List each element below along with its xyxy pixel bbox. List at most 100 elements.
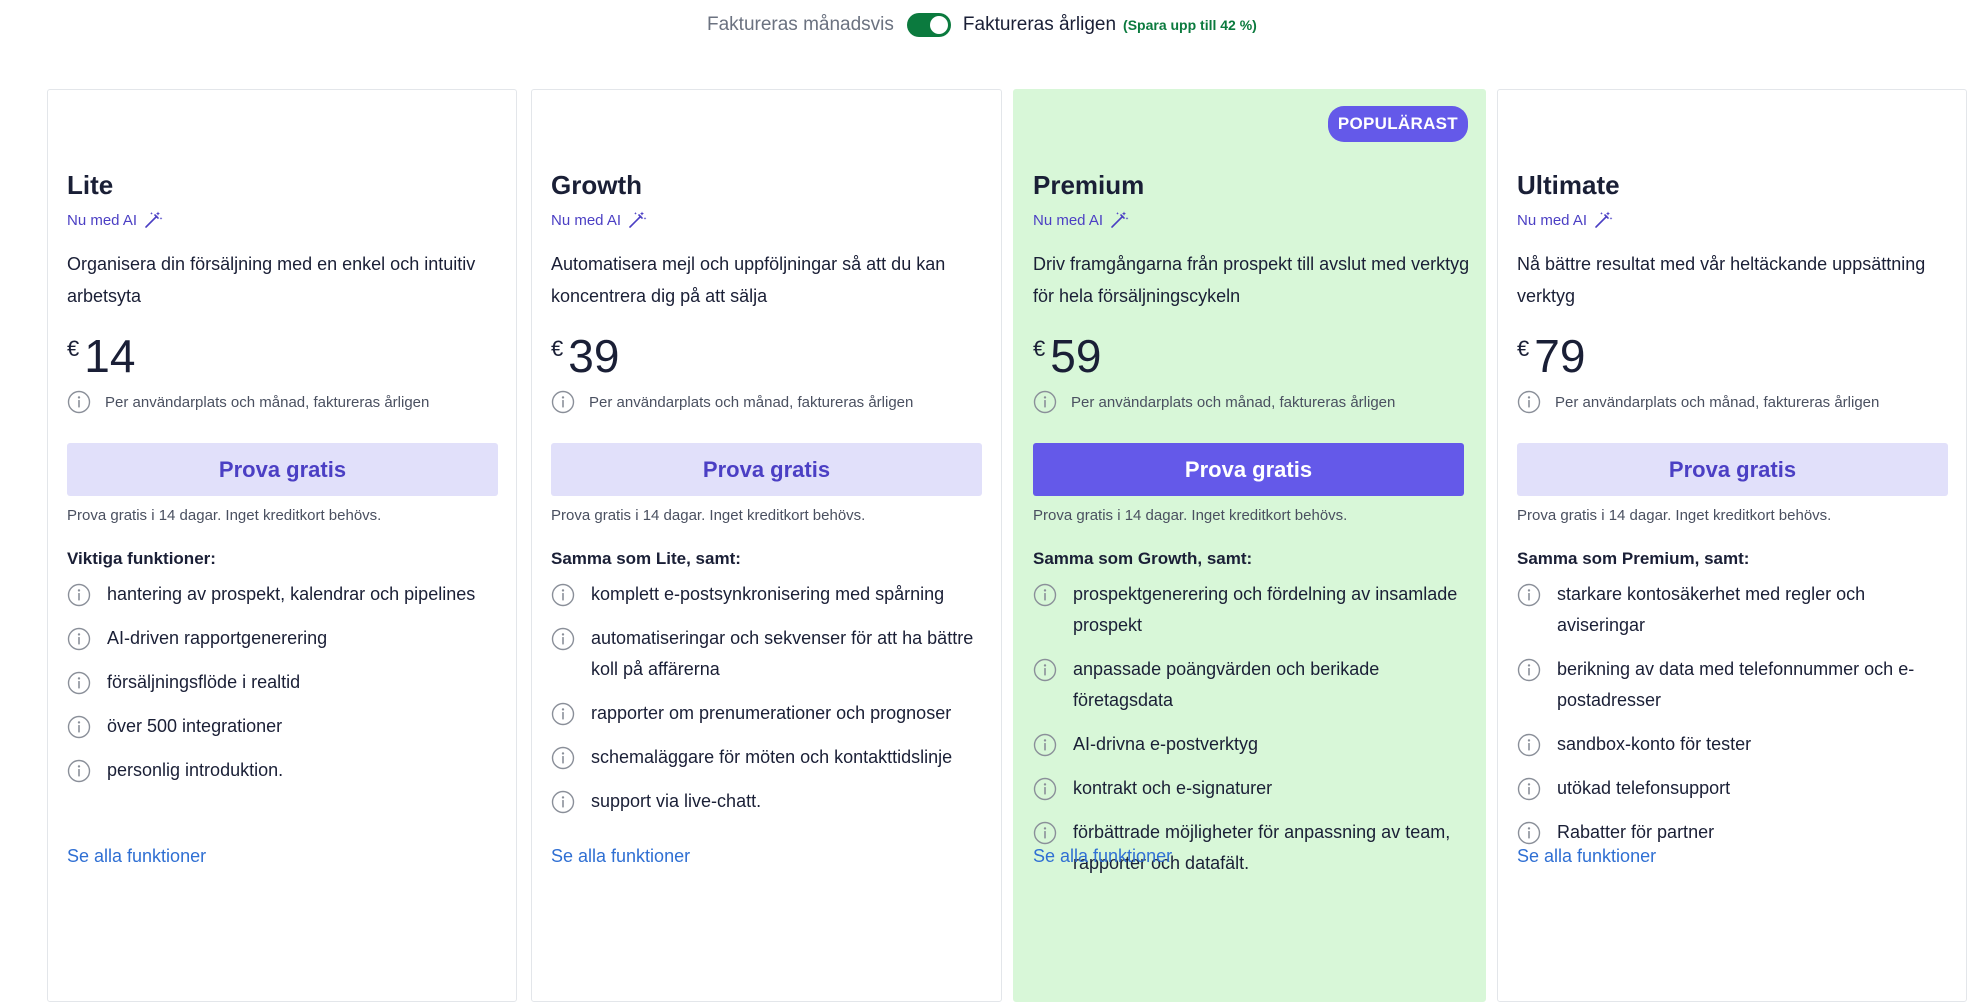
try-free-button[interactable]: Prova gratis xyxy=(67,443,498,496)
plan-description: Driv framgångarna från prospekt till avs… xyxy=(1033,254,1470,306)
feature-item: utökad telefonsupport xyxy=(1517,773,1957,804)
feature-item: automatiseringar och sekvenser för att h… xyxy=(551,623,991,685)
magic-wand-icon xyxy=(143,210,163,230)
price-note-text: Per användarplats och månad, faktureras … xyxy=(589,393,914,411)
feature-text: AI-driven rapportgenerering xyxy=(107,628,328,648)
plan-description: Automatisera mejl och uppföljningar så a… xyxy=(551,254,946,306)
see-all-features-link[interactable]: Se alla funktioner xyxy=(551,846,690,867)
info-circle-icon[interactable] xyxy=(551,583,575,607)
features-heading: Samma som Growth, samt: xyxy=(1033,549,1253,568)
feature-list: starkare kontosäkerhet med regler och av… xyxy=(1517,579,1957,861)
price-amount: 39 xyxy=(568,330,620,382)
feature-text: hantering av prospekt, kalendrar och pip… xyxy=(107,584,476,604)
info-circle-icon[interactable] xyxy=(551,390,575,414)
feature-item: över 500 integrationer xyxy=(67,711,507,742)
feature-item: support via live-chatt. xyxy=(551,786,991,817)
price-note: Per användarplats och månad, faktureras … xyxy=(551,390,913,414)
feature-text: sandbox-konto för tester xyxy=(1557,734,1752,754)
ai-tag-label: Nu med AI xyxy=(1517,211,1588,229)
price-currency: € xyxy=(1033,336,1046,361)
feature-text: utökad telefonsupport xyxy=(1557,778,1731,798)
feature-text: personlig introduktion. xyxy=(107,760,284,780)
info-circle-icon[interactable] xyxy=(551,746,575,770)
try-free-button[interactable]: Prova gratis xyxy=(1517,443,1948,496)
feature-text: AI-drivna e-postverktyg xyxy=(1073,734,1259,754)
price-note: Per användarplats och månad, faktureras … xyxy=(67,390,429,414)
feature-item: prospektgenerering och fördelning av ins… xyxy=(1033,579,1473,641)
price-note-text: Per användarplats och månad, faktureras … xyxy=(1555,393,1880,411)
info-circle-icon[interactable] xyxy=(1033,390,1057,414)
magic-wand-icon xyxy=(627,210,647,230)
info-circle-icon[interactable] xyxy=(1517,821,1541,845)
info-circle-icon[interactable] xyxy=(67,715,91,739)
plan-name: Ultimate xyxy=(1517,170,1620,200)
info-circle-icon[interactable] xyxy=(1517,583,1541,607)
feature-item: försäljningsflöde i realtid xyxy=(67,667,507,698)
feature-item: berikning av data med telefonnummer och … xyxy=(1517,654,1957,716)
info-circle-icon[interactable] xyxy=(1033,821,1057,845)
info-circle-icon[interactable] xyxy=(551,702,575,726)
ai-tag-label: Nu med AI xyxy=(551,211,622,229)
feature-item: personlig introduktion. xyxy=(67,755,507,786)
price-amount: 59 xyxy=(1050,330,1102,382)
info-circle-icon[interactable] xyxy=(1033,777,1057,801)
magic-wand-icon xyxy=(1593,210,1613,230)
feature-item: kontrakt och e-signaturer xyxy=(1033,773,1473,804)
magic-wand-icon xyxy=(1109,210,1129,230)
feature-item: rapporter om prenumerationer och prognos… xyxy=(551,698,991,729)
price-note: Per användarplats och månad, faktureras … xyxy=(1033,390,1395,414)
feature-text: prospektgenerering och fördelning av ins… xyxy=(1073,584,1458,635)
plan-price: €79 xyxy=(1517,328,1585,384)
feature-item: sandbox-konto för tester xyxy=(1517,729,1957,760)
plan-price: €14 xyxy=(67,328,135,384)
ai-tag-label: Nu med AI xyxy=(67,211,138,229)
feature-text: över 500 integrationer xyxy=(107,716,283,736)
feature-item: AI-drivna e-postverktyg xyxy=(1033,729,1473,760)
feature-text: kontrakt och e-signaturer xyxy=(1073,778,1273,798)
toggle-knob xyxy=(929,16,948,34)
try-free-button[interactable]: Prova gratis xyxy=(1033,443,1464,496)
billing-toggle-group: Faktureras månadsvis Faktureras årligen … xyxy=(707,10,1257,40)
info-circle-icon[interactable] xyxy=(67,583,91,607)
price-currency: € xyxy=(1517,336,1530,361)
billing-monthly-label[interactable]: Faktureras månadsvis xyxy=(707,14,894,36)
feature-text: automatiseringar och sekvenser för att h… xyxy=(591,628,974,679)
info-circle-icon[interactable] xyxy=(1517,777,1541,801)
info-circle-icon[interactable] xyxy=(1033,658,1057,682)
trial-note: Prova gratis i 14 dagar. Inget kreditkor… xyxy=(551,507,866,524)
feature-text: försäljningsflöde i realtid xyxy=(107,672,301,692)
trial-note: Prova gratis i 14 dagar. Inget kreditkor… xyxy=(1033,507,1348,524)
ai-tag: Nu med AI xyxy=(67,210,163,230)
feature-text: starkare kontosäkerhet med regler och av… xyxy=(1557,584,1866,635)
info-circle-icon[interactable] xyxy=(1517,390,1541,414)
info-circle-icon[interactable] xyxy=(67,671,91,695)
features-heading: Samma som Lite, samt: xyxy=(551,549,741,568)
feature-text: berikning av data med telefonnummer och … xyxy=(1557,659,1915,710)
info-circle-icon[interactable] xyxy=(67,627,91,651)
info-circle-icon[interactable] xyxy=(551,627,575,651)
plan-card-premium: POPULÄRAST Premium Nu med AI Driv framgånga… xyxy=(1013,89,1486,1002)
trial-note: Prova gratis i 14 dagar. Inget kreditkor… xyxy=(67,507,382,524)
feature-text: support via live-chatt. xyxy=(591,791,762,811)
plan-card-ultimate: Ultimate Nu med AI Nå bättre resultat med … xyxy=(1497,89,1967,1002)
info-circle-icon[interactable] xyxy=(1033,583,1057,607)
see-all-features-link[interactable]: Se alla funktioner xyxy=(67,846,206,867)
info-circle-icon[interactable] xyxy=(551,790,575,814)
info-circle-icon[interactable] xyxy=(67,390,91,414)
ai-tag: Nu med AI xyxy=(1033,210,1129,230)
info-circle-icon[interactable] xyxy=(67,759,91,783)
info-circle-icon[interactable] xyxy=(1517,733,1541,757)
billing-yearly-label[interactable]: Faktureras årligen xyxy=(963,14,1116,36)
features-heading: Viktiga funktioner: xyxy=(67,549,216,568)
plan-name: Growth xyxy=(551,170,642,200)
info-circle-icon[interactable] xyxy=(1033,733,1057,757)
popular-badge: POPULÄRAST xyxy=(1327,106,1468,142)
info-circle-icon[interactable] xyxy=(1517,658,1541,682)
billing-toggle-row: Faktureras månadsvis Faktureras årligen … xyxy=(0,10,1970,40)
see-all-features-link[interactable]: Se alla funktioner xyxy=(1033,846,1172,867)
see-all-features-link[interactable]: Se alla funktioner xyxy=(1517,846,1656,867)
billing-toggle-switch[interactable] xyxy=(906,13,951,37)
plan-card-lite: Lite Nu med AI Organisera din försäljning … xyxy=(47,89,517,1002)
try-free-button[interactable]: Prova gratis xyxy=(551,443,982,496)
price-note-text: Per användarplats och månad, faktureras … xyxy=(1071,393,1396,411)
